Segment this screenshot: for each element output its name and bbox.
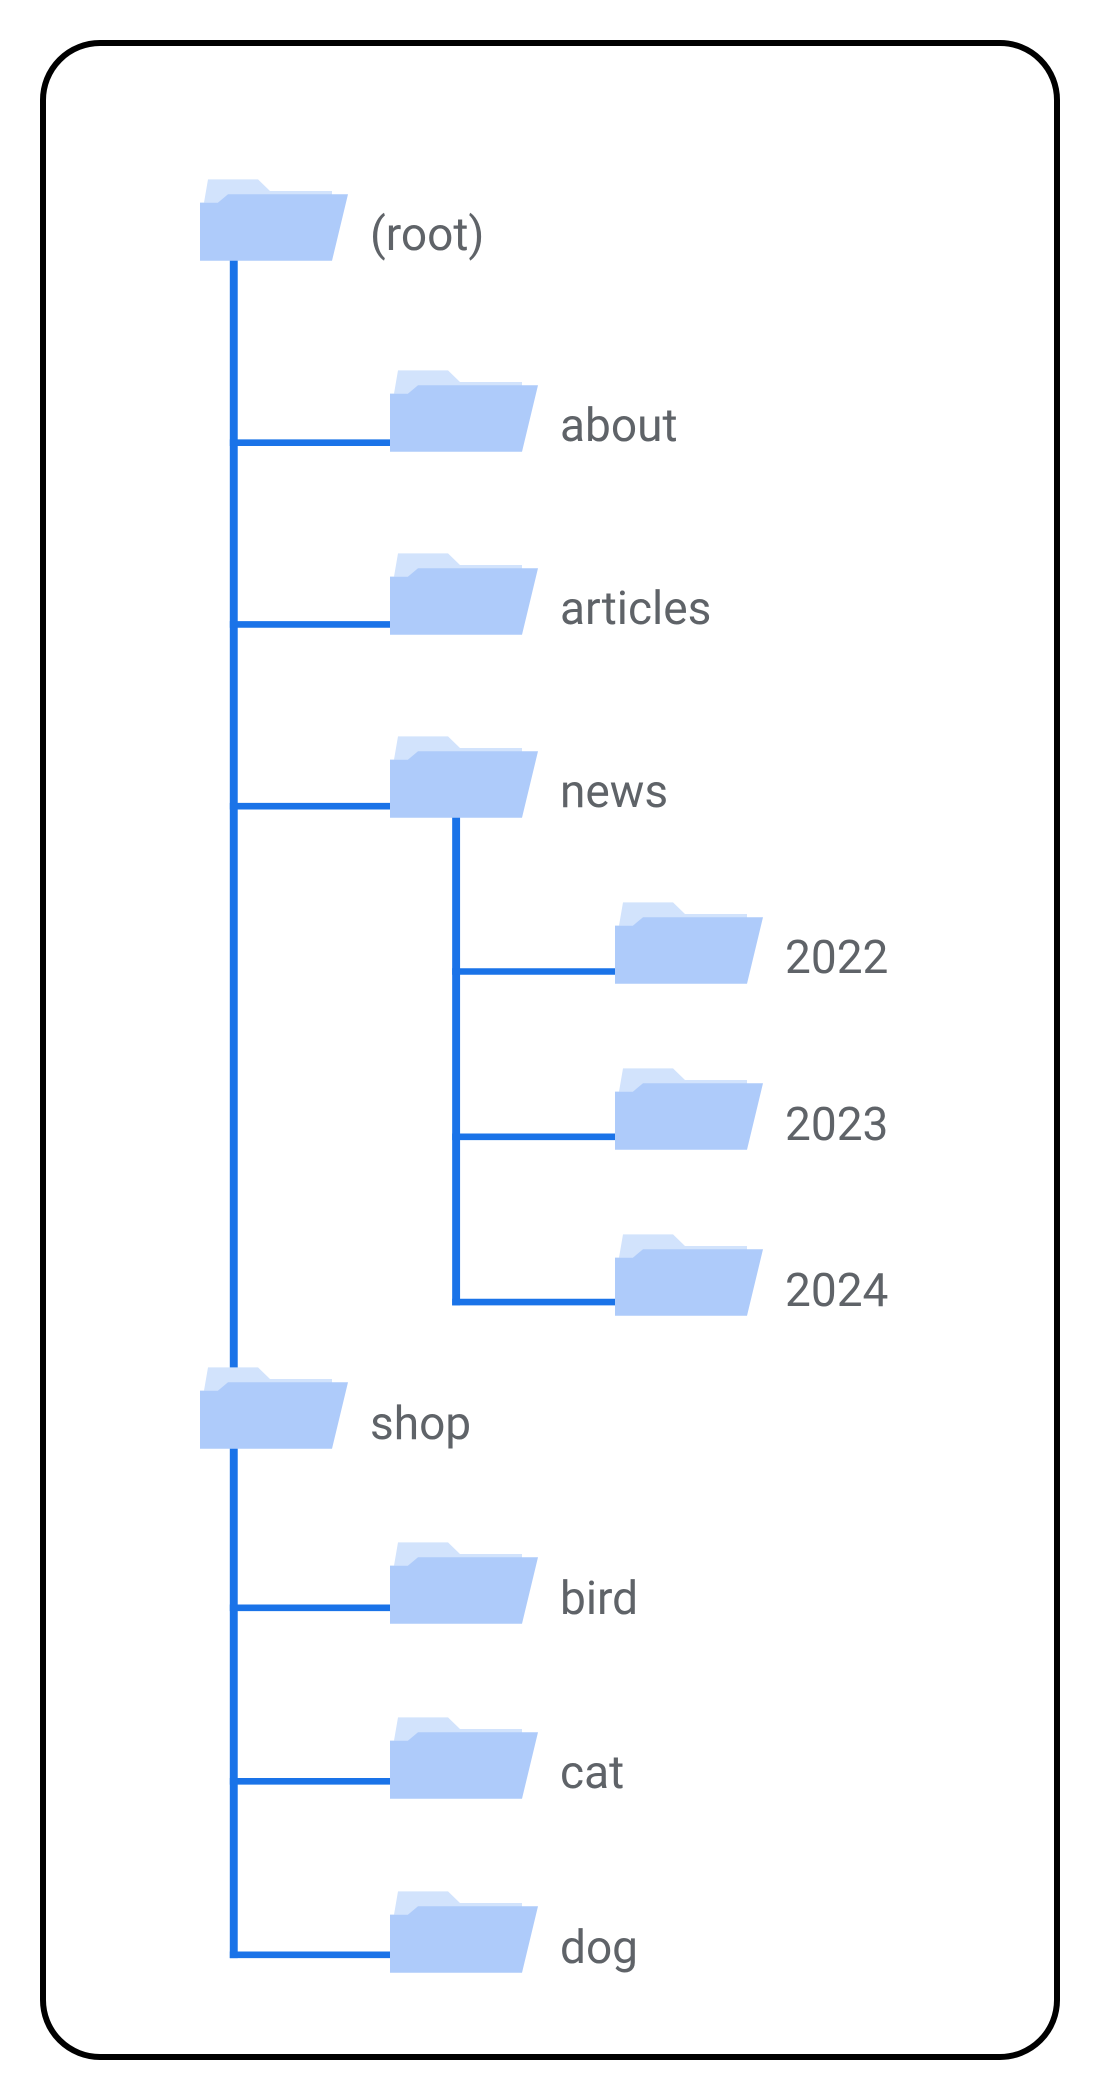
folder-icon [613,899,763,987]
connector-canvas [46,46,1054,2054]
folder-icon [388,1888,538,1976]
folder-icon [388,733,538,821]
folder-icon [613,1065,763,1153]
folder-label-shop: shop [370,1401,471,1447]
diagram-frame: (root) about articles news 2022 2023 202… [40,40,1060,2060]
folder-label-dog: dog [560,1925,638,1971]
folder-icon [388,1714,538,1802]
folder-icon [388,550,538,638]
folder-icon [198,176,348,264]
folder-label-2024: 2024 [785,1268,888,1314]
folder-label-about: about [560,403,678,449]
folder-label-articles: articles [560,586,711,632]
folder-icon [388,1539,538,1627]
folder-icon [198,1364,348,1452]
folder-icon [613,1231,763,1319]
folder-label-news: news [560,769,668,815]
folder-label-cat: cat [560,1750,624,1796]
folder-label-root: (root) [370,212,484,258]
folder-label-bird: bird [560,1576,638,1622]
folder-label-2023: 2023 [785,1102,888,1148]
folder-icon [388,367,538,455]
folder-label-2022: 2022 [785,935,888,981]
